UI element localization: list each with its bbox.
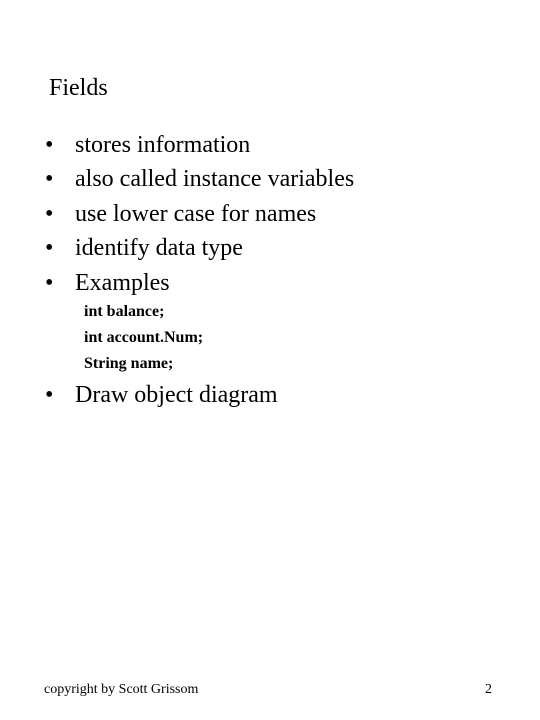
bullet-item: • stores information [45, 130, 250, 160]
bullet-item: • also called instance variables [45, 164, 354, 194]
bullet-icon: • [45, 235, 54, 261]
bullet-icon: • [45, 270, 54, 296]
code-example: String name; [84, 355, 174, 372]
bullet-icon: • [45, 166, 54, 192]
code-example: int account.Num; [84, 329, 204, 346]
slide-title: Fields [49, 75, 108, 101]
bullet-item: • Examples [45, 268, 170, 298]
copyright-footer: copyright by Scott Grissom [44, 682, 199, 697]
bullet-text: identify data type [75, 235, 243, 261]
bullet-item-draw-diagram: • Draw object diagram [45, 380, 278, 410]
bullet-item: • identify data type [45, 233, 243, 263]
bullet-icon: • [45, 382, 54, 408]
code-example: int balance; [84, 303, 165, 320]
bullet-icon: • [45, 132, 54, 158]
bullet-text: also called instance variables [75, 166, 355, 192]
bullet-text: use lower case for names [75, 201, 317, 227]
bullet-text: Draw object diagram [75, 382, 278, 408]
bullet-text: stores information [75, 132, 251, 158]
page-number: 2 [485, 682, 492, 697]
bullet-text: Examples [75, 270, 170, 296]
bullet-item: • use lower case for names [45, 199, 316, 229]
bullet-icon: • [45, 201, 54, 227]
